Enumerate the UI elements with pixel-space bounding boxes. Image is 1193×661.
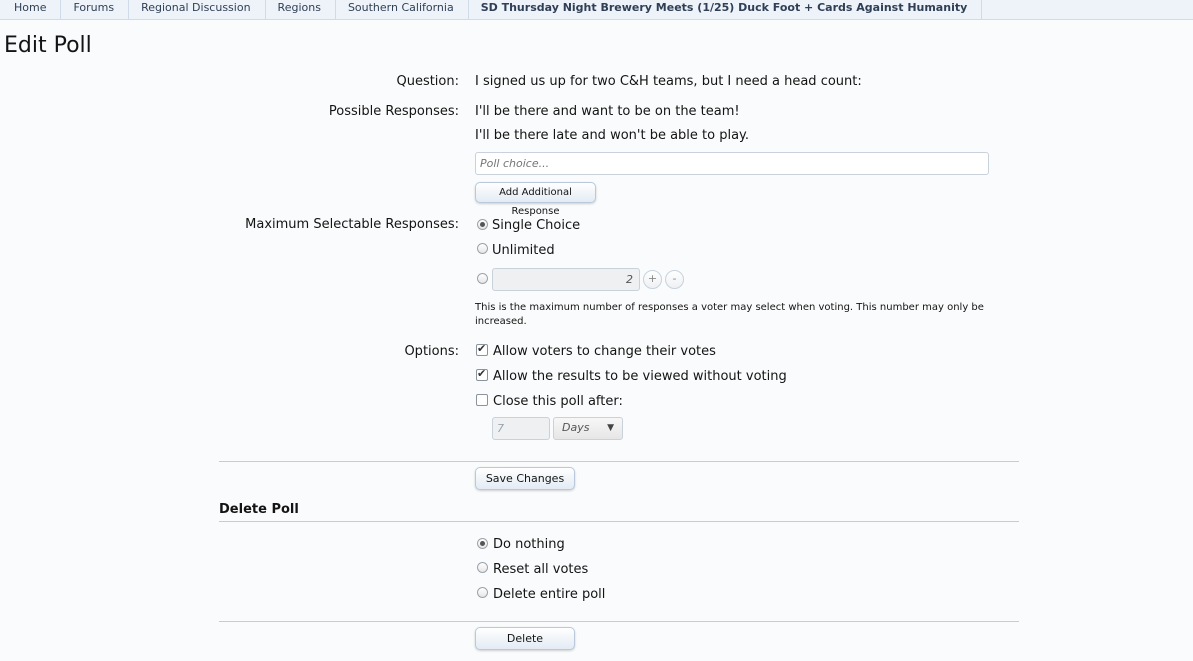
view-results-checkbox[interactable] xyxy=(476,367,488,381)
breadcrumb-southern-california[interactable]: Southern California xyxy=(336,0,469,19)
unlimited-label: Unlimited xyxy=(492,243,555,258)
divider xyxy=(219,521,1019,522)
response-item-1: I'll be there and want to be on the team… xyxy=(475,104,740,119)
close-poll-label: Close this poll after: xyxy=(493,394,623,409)
max-responses-hint: This is the maximum number of responses … xyxy=(475,302,984,327)
breadcrumb-regional-discussion[interactable]: Regional Discussion xyxy=(129,0,266,19)
decrement-button[interactable]: - xyxy=(665,270,684,289)
delete-poll-heading: Delete Poll xyxy=(219,502,299,517)
options-label: Options: xyxy=(404,344,459,359)
question-label: Question: xyxy=(396,74,459,89)
add-response-button[interactable]: Add Additional Response xyxy=(475,182,596,217)
page-title: Edit Poll xyxy=(4,33,92,58)
breadcrumb-home[interactable]: Home xyxy=(0,0,62,19)
change-votes-checkbox[interactable] xyxy=(476,342,488,356)
do-nothing-radio[interactable] xyxy=(477,538,488,549)
responses-label: Possible Responses: xyxy=(328,104,459,119)
close-poll-checkbox[interactable] xyxy=(476,394,488,406)
single-choice-radio[interactable] xyxy=(477,219,488,230)
question-text: I signed us up for two C&H teams, but I … xyxy=(475,74,862,89)
unlimited-radio[interactable] xyxy=(477,243,488,254)
breadcrumb-regions[interactable]: Regions xyxy=(266,0,336,19)
response-item-2: I'll be there late and won't be able to … xyxy=(475,128,750,143)
max-responses-label: Maximum Selectable Responses: xyxy=(245,217,459,232)
divider xyxy=(219,461,1019,462)
close-unit-value: Days xyxy=(562,421,590,434)
do-nothing-label: Do nothing xyxy=(493,537,565,552)
number-radio[interactable] xyxy=(477,273,488,284)
delete-button[interactable]: Delete xyxy=(475,627,575,650)
close-days-input[interactable]: 7 xyxy=(492,417,550,440)
breadcrumb: Home Forums Regional Discussion Regions … xyxy=(0,0,1193,20)
poll-choice-input[interactable] xyxy=(475,152,989,175)
breadcrumb-thread[interactable]: SD Thursday Night Brewery Meets (1/25) D… xyxy=(469,0,983,19)
change-votes-label: Allow voters to change their votes xyxy=(493,344,716,359)
save-changes-button[interactable]: Save Changes xyxy=(475,467,575,490)
reset-votes-label: Reset all votes xyxy=(493,562,589,577)
breadcrumb-forums[interactable]: Forums xyxy=(61,0,130,19)
max-number-input[interactable]: 2 xyxy=(492,268,640,291)
delete-entire-radio[interactable] xyxy=(477,587,488,598)
single-choice-label: Single Choice xyxy=(492,218,581,233)
view-results-label: Allow the results to be viewed without v… xyxy=(493,369,787,384)
reset-votes-radio[interactable] xyxy=(477,562,488,573)
dropdown-arrow-icon: ▼ xyxy=(607,423,614,433)
close-unit-select[interactable]: Days ▼ xyxy=(553,417,623,440)
increment-button[interactable]: + xyxy=(643,270,662,289)
delete-entire-label: Delete entire poll xyxy=(493,587,606,602)
divider xyxy=(219,621,1019,622)
